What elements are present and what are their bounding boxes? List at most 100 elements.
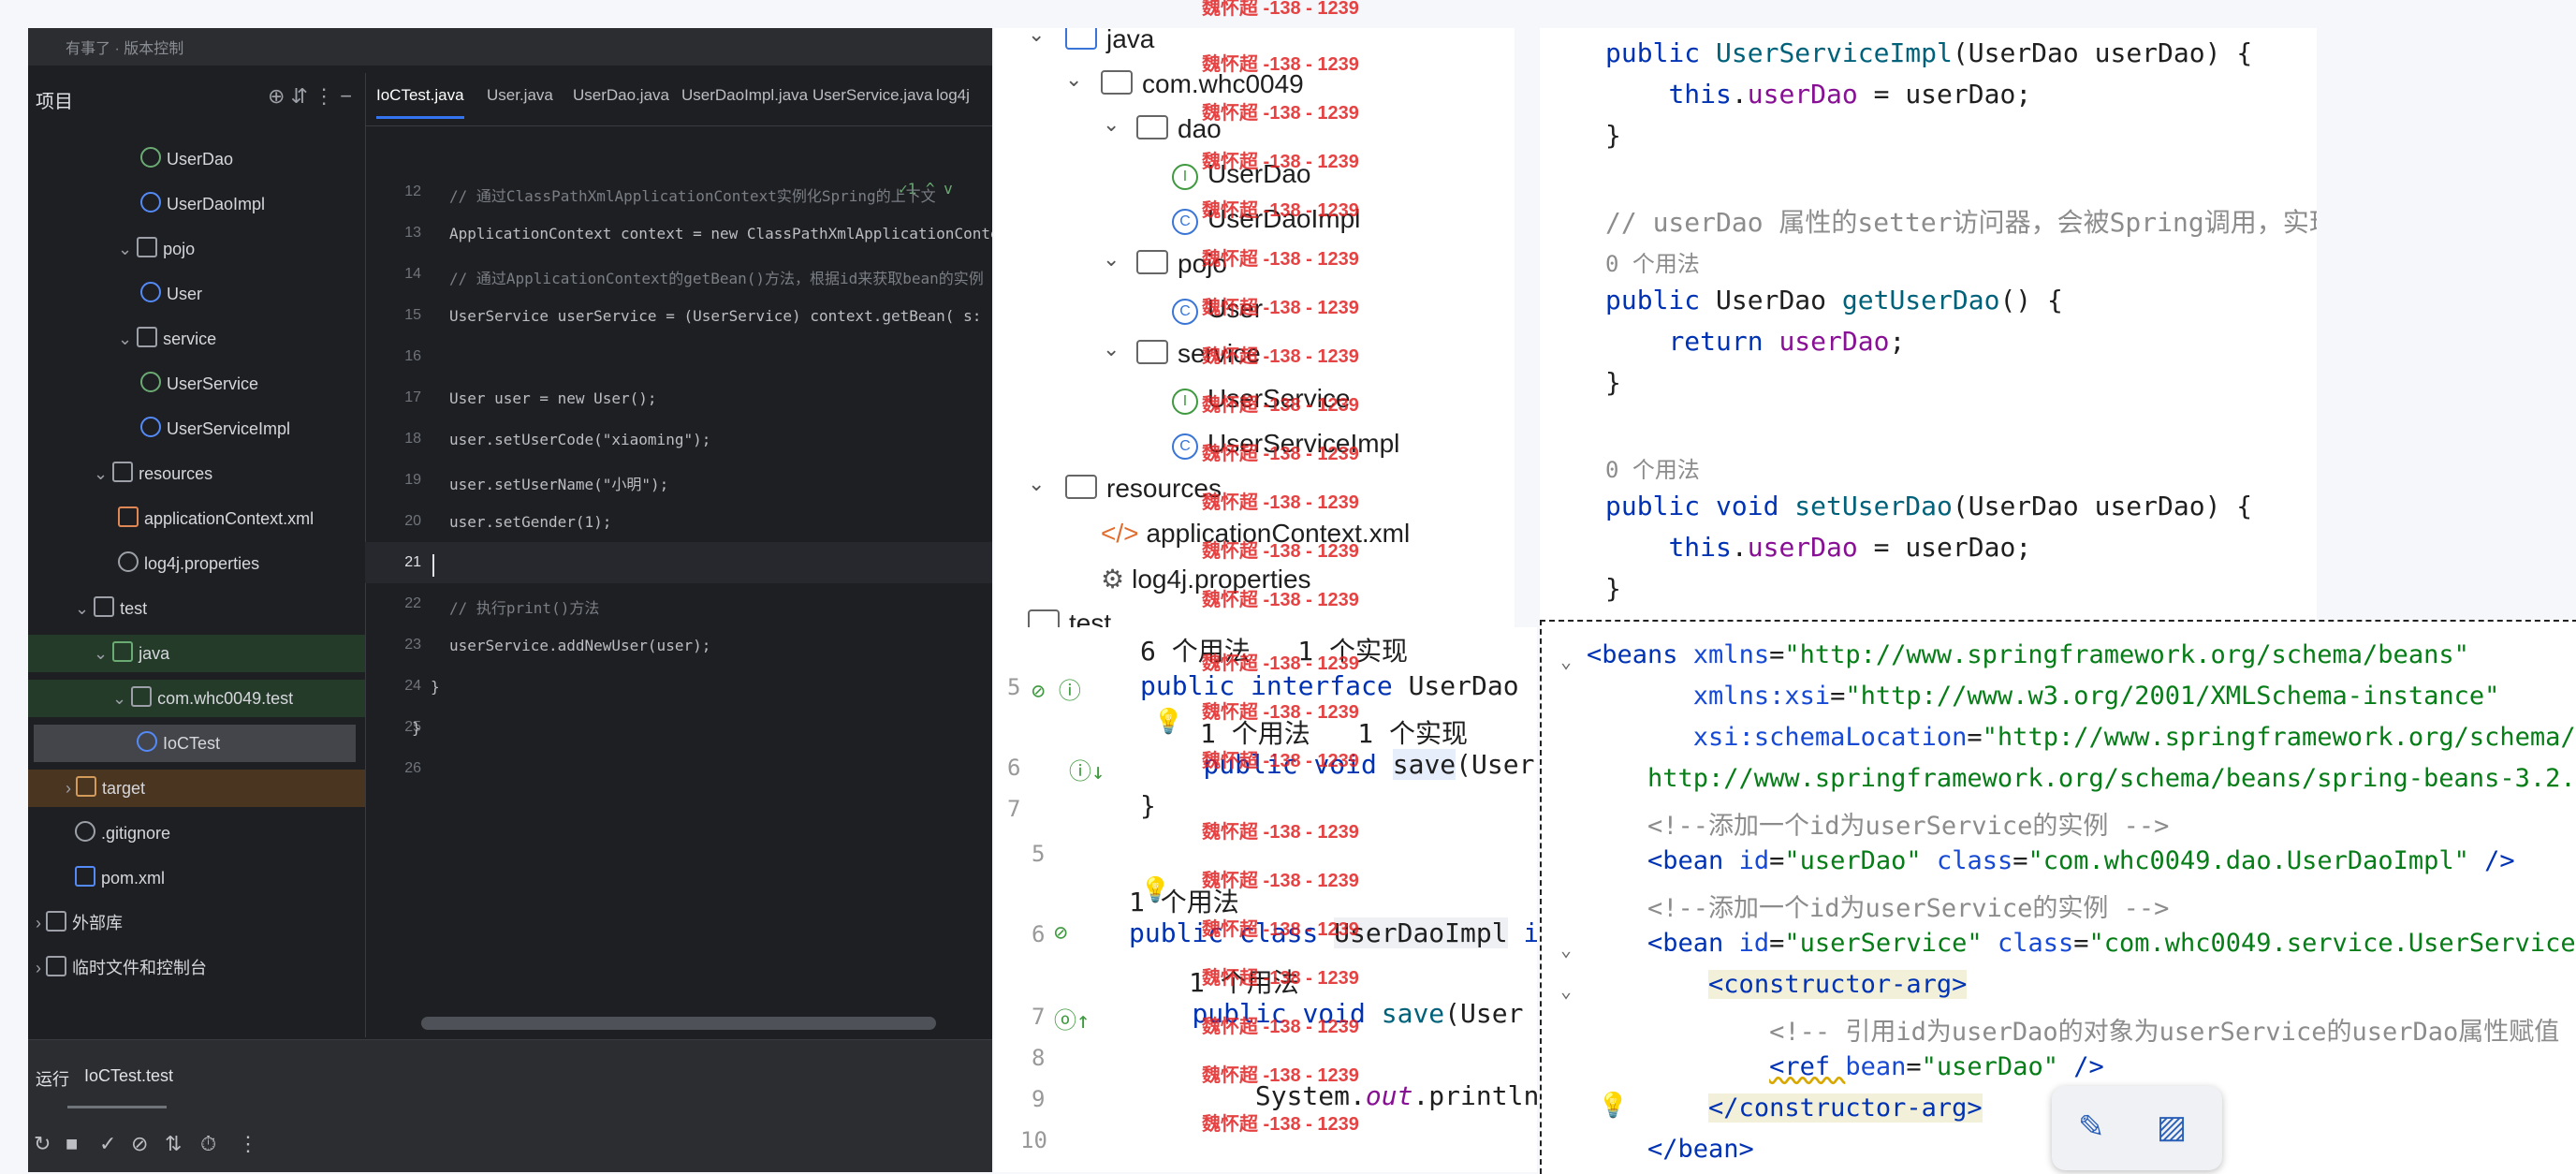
tab-ioctest[interactable]: IoCTest.java — [376, 86, 464, 119]
code-line: user.setUserCode("xiaoming"); — [449, 431, 711, 448]
run-panel: 运行 IoCTest.test ↻ ■ ✓ ⊘ ⇅ ⏱ ⋮ — [28, 1039, 992, 1172]
watermark: 魏怀超 -138 - 1239 — [1202, 249, 1359, 270]
tree-item-userdaoimpl[interactable]: UserDaoImpl — [140, 185, 265, 223]
fold-icon[interactable]: ⌄ — [1560, 650, 1572, 672]
watermark: 魏怀超 -138 - 1239 — [1202, 1114, 1359, 1135]
lightbulb-icon[interactable]: 💡 — [1153, 708, 1183, 736]
horizontal-scrollbar[interactable] — [421, 1017, 936, 1030]
watermark: 魏怀超 -138 - 1239 — [1202, 395, 1359, 416]
run-tab[interactable]: IoCTest.test — [84, 1066, 173, 1086]
code-line: public void setUserDao(UserDao userDao) … — [1605, 491, 2253, 521]
tree-label: applicationContext.xml — [144, 509, 315, 528]
chevron-down-icon[interactable]: ⌄ — [1103, 247, 1120, 271]
code-line: ApplicationContext context = new ClassPa… — [449, 225, 992, 242]
implemented-icon[interactable]: ⊘ — [1054, 919, 1067, 946]
tree-item-pojo[interactable]: ⌄ pojo — [118, 230, 195, 268]
tree-item-gitignore[interactable]: .gitignore — [75, 814, 170, 852]
fold-icon[interactable]: ⌄ — [1560, 938, 1572, 961]
line-number: 21 — [404, 554, 421, 570]
tree-label: service — [163, 330, 217, 348]
tree-label: 临时文件和控制台 — [72, 959, 207, 977]
override-icon[interactable]: ⓞ↑ — [1054, 1002, 1090, 1035]
tab-user[interactable]: User.java — [487, 86, 553, 105]
fold-icon[interactable]: ⌄ — [1560, 979, 1572, 1002]
tree-item-external-libs[interactable]: › 外部库 — [36, 904, 123, 942]
panel-tools-icon[interactable]: ⊕ ⇵ ⋮ − — [268, 84, 352, 109]
tree-item-applicationcontext[interactable]: applicationContext.xml — [118, 500, 314, 537]
line-gutter: 12 13 14 15 16 17 18 19 20 21 22 23 24 2… — [365, 125, 431, 1043]
tree-item-userdao[interactable]: UserDao — [140, 140, 233, 178]
tree-label: IoCTest — [163, 734, 221, 753]
chevron-down-icon[interactable]: ⌄ — [1103, 112, 1120, 137]
tree2-item-java[interactable]: java — [1065, 28, 1154, 54]
mosaic-icon[interactable]: ▨ — [2157, 1108, 2187, 1146]
line-number: 7 — [1032, 1004, 1046, 1030]
tree-item-ioctest[interactable]: IoCTest — [34, 725, 356, 762]
floating-toolbar: ✎ ▨ — [2052, 1086, 2222, 1170]
usage-hint[interactable]: 0 个用法 — [1605, 451, 1700, 484]
code-zoom-userserviceimpl[interactable]: public UserServiceImpl(UserDao userDao) … — [1540, 28, 2317, 627]
interface-icon — [140, 372, 161, 392]
pin-icon[interactable]: ✎ — [2078, 1108, 2105, 1146]
usage-hint[interactable]: 0 个用法 — [1605, 245, 1700, 278]
run-label[interactable]: 运行 — [36, 1066, 69, 1091]
tree-label: 外部库 — [72, 914, 123, 932]
package-icon — [1101, 70, 1133, 95]
chevron-down-icon[interactable]: ⌄ — [1103, 337, 1120, 361]
tree-item-test[interactable]: ⌄ test — [75, 590, 147, 627]
tab-userservice[interactable]: UserService.java — [812, 86, 933, 105]
tree-item-test-package[interactable]: ⌄ com.whc0049.test — [28, 680, 365, 717]
xml-line: <bean id="userDao" class="com.whc0049.da… — [1647, 846, 2515, 875]
chevron-down-icon[interactable]: ⌄ — [1028, 28, 1045, 47]
tree-item-userserviceimpl[interactable]: UserServiceImpl — [140, 410, 290, 448]
tab-userdaoimpl[interactable]: UserDaoImpl.java — [681, 86, 808, 105]
code-line: } — [1140, 790, 1156, 821]
chevron-down-icon[interactable]: ⌄ — [1065, 67, 1082, 92]
watermark: 魏怀超 -138 - 1239 — [1202, 871, 1359, 891]
line-number: 5 — [1007, 674, 1021, 700]
more-icon[interactable]: ⋮ — [238, 1132, 258, 1156]
tree2-item-resources[interactable]: resources — [1065, 474, 1222, 504]
watermark: 魏怀超 -138 - 1239 — [1202, 590, 1359, 610]
class-icon — [140, 192, 161, 213]
class-icon — [137, 731, 157, 752]
watermark: 魏怀超 -138 - 1239 — [1202, 444, 1359, 464]
watermark: 魏怀超 -138 - 1239 — [1202, 492, 1359, 513]
code-line: public UserServiceImpl(UserDao userDao) … — [1605, 37, 2253, 68]
line-number: 6 — [1007, 755, 1021, 781]
history-icon[interactable]: ⏱ — [200, 1132, 216, 1156]
check-icon[interactable]: ✓ — [99, 1132, 116, 1156]
tree-item-resources[interactable]: ⌄ resources — [94, 455, 212, 492]
tree2-item-test[interactable]: test — [1028, 609, 1111, 627]
code-line: // 通过ApplicationContext的getBean()方法，根据id… — [449, 270, 984, 287]
tree-item-scratches[interactable]: › 临时文件和控制台 — [36, 949, 207, 987]
xml-line: </constructor-arg> — [1708, 1093, 1983, 1123]
filter-icon[interactable]: ⊘ — [131, 1132, 148, 1156]
chevron-down-icon[interactable]: ⌄ — [1028, 472, 1045, 496]
tab-log4j[interactable]: log4j — [936, 86, 970, 105]
tree-item-user[interactable]: User — [140, 275, 202, 313]
code-editor[interactable]: ✓1 ^ v // 通过ClassPathXmlApplicationConte… — [412, 125, 992, 1043]
code-line: User user = new User(); — [449, 389, 657, 407]
rerun-icon[interactable]: ↻ — [34, 1132, 51, 1156]
tree-item-service[interactable]: ⌄ service — [118, 320, 216, 358]
xml-line: <!--添加一个id为userService的实例 --> — [1587, 894, 2170, 923]
tab-userdao[interactable]: UserDao.java — [573, 86, 669, 105]
line-number: 5 — [1032, 841, 1046, 867]
implemented-icon[interactable]: ⊘ ⓘ — [1032, 672, 1081, 705]
implemented-icon[interactable]: ⓘ↓ — [1069, 753, 1105, 785]
folder-icon — [76, 776, 96, 797]
tree-item-pom[interactable]: pom.xml — [75, 859, 165, 897]
watermark: 魏怀超 -138 - 1239 — [1202, 541, 1359, 562]
code-line: // 通过ClassPathXmlApplicationContext实例化Sp… — [449, 187, 936, 205]
project-label[interactable]: 项目 — [36, 86, 73, 113]
watermark: 魏怀超 -138 - 1239 — [1202, 653, 1359, 674]
stop-icon[interactable]: ■ — [66, 1132, 78, 1156]
tree-item-java[interactable]: ⌄ java — [28, 635, 365, 672]
tree-item-target[interactable]: › target — [28, 770, 365, 807]
class-icon: C — [1172, 299, 1198, 325]
tree-item-log4j[interactable]: log4j.properties — [118, 545, 259, 582]
sort-icon[interactable]: ⇅ — [165, 1132, 182, 1156]
tree-label: java — [1106, 28, 1155, 53]
tree-item-userservice[interactable]: UserService — [140, 365, 258, 403]
